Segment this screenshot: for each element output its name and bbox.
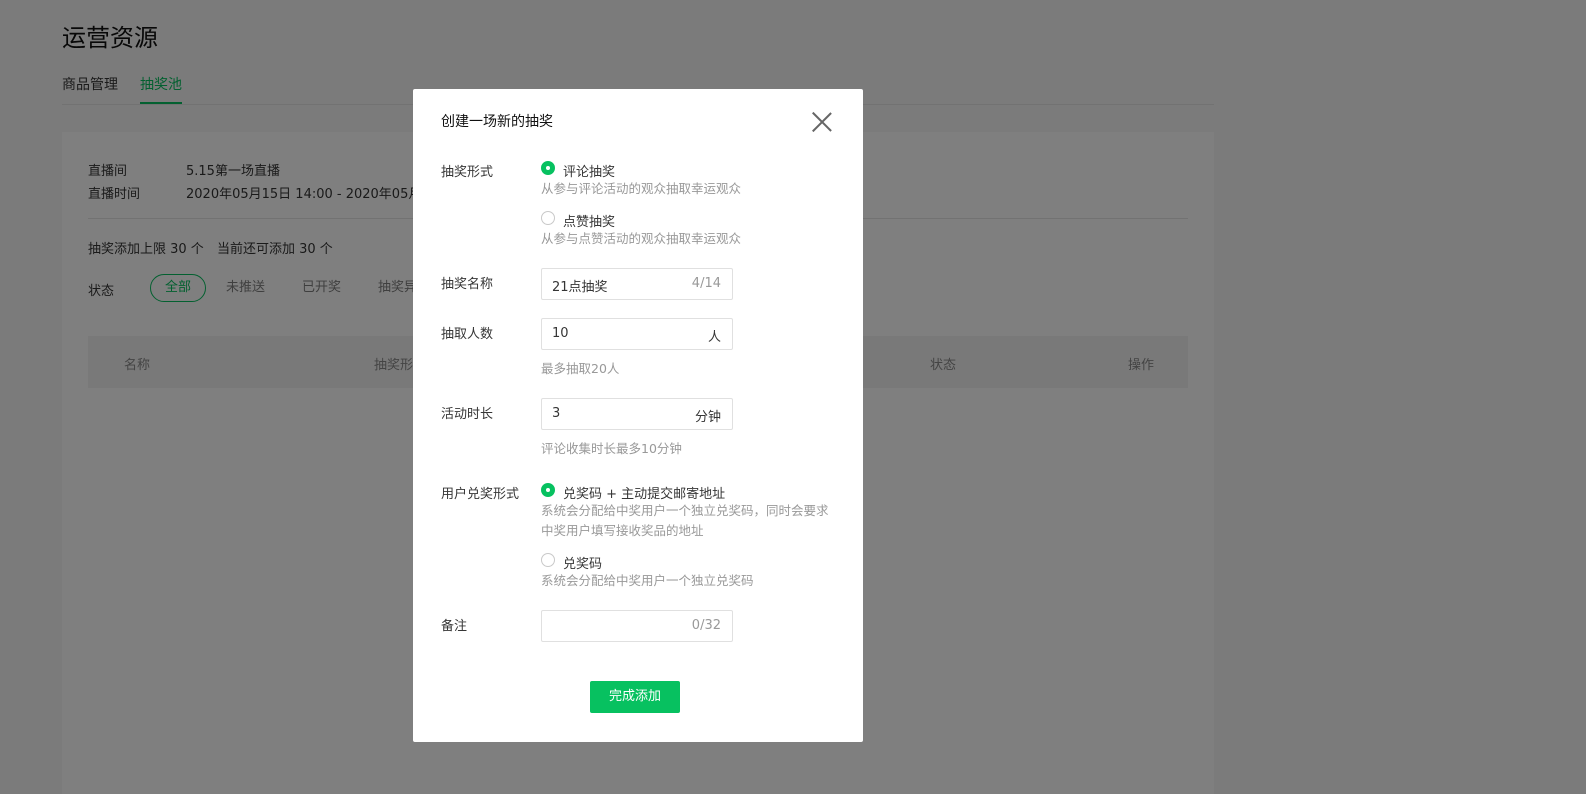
lottery-name-label: 抽奖名称	[441, 277, 494, 292]
winner-count-input[interactable]: 10 人	[541, 318, 733, 350]
option-like-lottery[interactable]: 点赞抽奖	[563, 211, 615, 230]
radio-comment-lottery[interactable]	[541, 161, 555, 175]
dialog-title: 创建一场新的抽奖	[441, 114, 553, 130]
winner-count-hint: 最多抽取20人	[541, 361, 620, 376]
winner-count-value: 10	[552, 326, 569, 341]
hint-code-and-address-1: 系统会分配给中奖用户一个独立兑奖码，同时会要求	[541, 503, 829, 518]
note-counter: 0/32	[691, 618, 721, 633]
create-lottery-dialog: 创建一场新的抽奖 抽奖形式 评论抽奖 从参与评论活动的观众抽取幸运观众 点赞抽奖…	[413, 89, 863, 742]
option-code-and-address[interactable]: 兑奖码 + 主动提交邮寄地址	[563, 483, 725, 502]
hint-code-only: 系统会分配给中奖用户一个独立兑奖码	[541, 573, 754, 588]
option-comment-lottery[interactable]: 评论抽奖	[563, 161, 615, 180]
duration-input[interactable]: 3 分钟	[541, 398, 733, 430]
lottery-name-value: 21点抽奖	[552, 280, 608, 295]
lottery-type-label: 抽奖形式	[441, 165, 494, 180]
lottery-name-input[interactable]: 21点抽奖 4/14	[541, 268, 733, 300]
option-code-only[interactable]: 兑奖码	[563, 553, 602, 572]
duration-label: 活动时长	[441, 407, 494, 422]
winner-count-label: 抽取人数	[441, 327, 494, 342]
hint-like-lottery: 从参与点赞活动的观众抽取幸运观众	[541, 231, 742, 246]
redeem-type-label: 用户兑奖形式	[441, 487, 520, 502]
radio-code-only[interactable]	[541, 553, 555, 567]
lottery-name-counter: 4/14	[691, 276, 721, 291]
note-input[interactable]: 0/32	[541, 610, 733, 642]
hint-code-and-address-2: 中奖用户填写接收奖品的地址	[541, 523, 704, 538]
close-icon[interactable]	[811, 111, 833, 133]
winner-count-unit: 人	[707, 330, 721, 345]
duration-hint: 评论收集时长最多10分钟	[541, 441, 682, 456]
note-label: 备注	[441, 619, 468, 634]
radio-like-lottery[interactable]	[541, 211, 555, 225]
radio-code-and-address[interactable]	[541, 483, 555, 497]
duration-unit: 分钟	[694, 410, 721, 425]
duration-value: 3	[552, 406, 561, 421]
complete-add-button[interactable]: 完成添加	[590, 681, 680, 713]
hint-comment-lottery: 从参与评论活动的观众抽取幸运观众	[541, 181, 742, 196]
